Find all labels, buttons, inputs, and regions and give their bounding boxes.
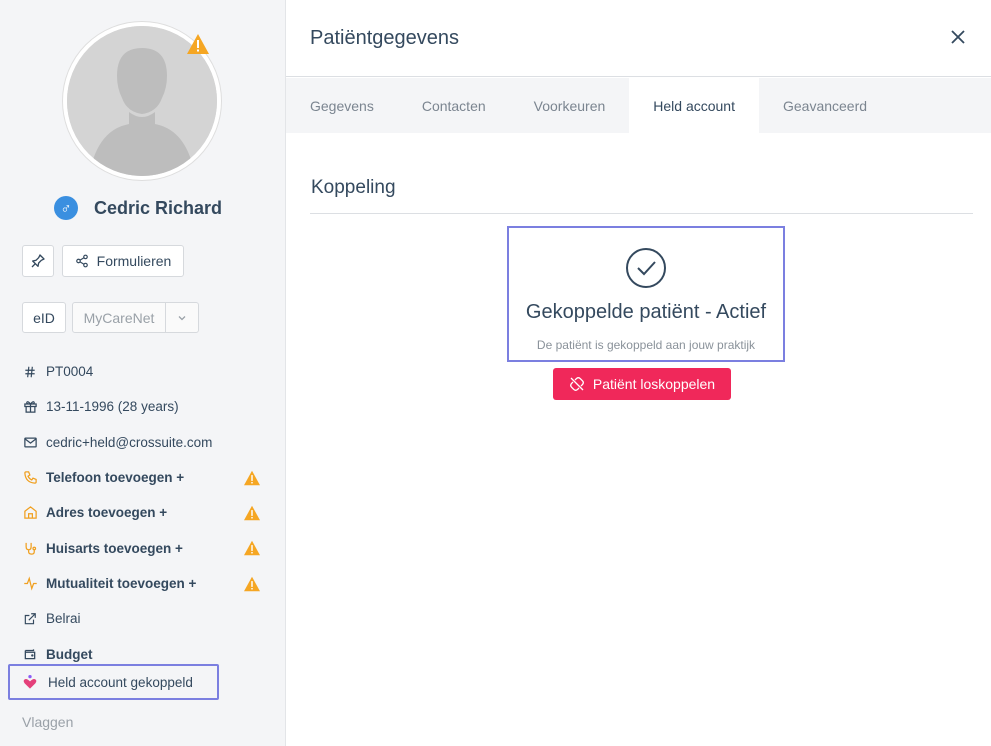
unlink-patient-button[interactable]: Patiënt loskoppelen [553, 368, 731, 400]
add-gp-link[interactable]: Huisarts toevoegen + [22, 530, 267, 565]
add-phone-link[interactable]: Telefoon toevoegen + [22, 460, 267, 495]
belrai-link[interactable]: Belrai [22, 601, 267, 636]
warning-icon [244, 541, 260, 556]
tab-geavanceerd[interactable]: Geavanceerd [759, 78, 891, 133]
warning-icon [244, 470, 260, 486]
email: cedric+held@crossuite.com [46, 434, 213, 450]
add-insurance-label: Mutualiteit toevoegen + [46, 575, 197, 591]
birthdate: 13-11-1996 (28 years) [46, 399, 179, 415]
mail-icon [22, 434, 38, 450]
patient-name-row: ♂ Cedric Richard [54, 196, 222, 220]
pin-button[interactable] [22, 245, 54, 277]
add-address-link[interactable]: Adres toevoegen + [22, 495, 267, 530]
add-insurance-link[interactable]: Mutualiteit toevoegen + [22, 566, 267, 601]
male-gender-icon: ♂ [54, 196, 78, 220]
link-status-subtitle: De patiënt is gekoppeld aan jouw praktij… [536, 338, 756, 352]
unlink-patient-label: Patiënt loskoppelen [592, 376, 716, 392]
birthdate-row: 13-11-1996 (28 years) [22, 389, 267, 424]
page-title: Patiëntgegevens [310, 27, 460, 49]
section-divider [310, 213, 973, 214]
mycarenet-button[interactable]: MyCareNet [73, 303, 166, 332]
mycarenet-button-group: MyCareNet [72, 302, 199, 333]
phone-icon [22, 470, 38, 486]
tab-contacten[interactable]: Contacten [398, 78, 510, 133]
pin-icon [31, 254, 45, 268]
tab-gegevens[interactable]: Gegevens [286, 78, 398, 133]
home-icon [22, 505, 38, 521]
warning-icon [187, 34, 209, 54]
patient-id-row: PT0004 [22, 354, 267, 389]
close-icon [951, 30, 965, 44]
forms-label: Formulieren [96, 253, 172, 269]
warning-icon [244, 505, 260, 521]
belrai-label: Belrai [46, 611, 81, 627]
unlink-icon [569, 377, 584, 391]
link-status-card: Gekoppelde patiënt - Actief De patiënt i… [507, 226, 785, 362]
add-gp-label: Huisarts toevoegen + [46, 540, 183, 556]
gift-icon [22, 399, 38, 415]
patient-id: PT0004 [46, 364, 94, 380]
add-address-label: Adres toevoegen + [46, 505, 168, 521]
patient-sidebar: ♂ Cedric Richard Formulieren eID MyCareN… [0, 0, 286, 746]
close-button[interactable] [946, 25, 970, 49]
link-status-title: Gekoppelde patiënt - Actief [525, 301, 767, 323]
wallet-icon [22, 646, 38, 662]
tab-bar: Gegevens Contacten Voorkeuren Held accou… [286, 78, 991, 133]
forms-button[interactable]: Formulieren [62, 245, 184, 277]
warning-icon [244, 576, 260, 592]
tab-held-account[interactable]: Held account [629, 78, 759, 133]
tab-voorkeuren[interactable]: Voorkeuren [510, 78, 630, 133]
modal-header: Patiëntgegevens [286, 0, 991, 77]
flags-heading: Vlaggen [22, 714, 74, 730]
budget-label: Budget [46, 646, 93, 662]
add-phone-label: Telefoon toevoegen + [46, 470, 185, 486]
email-row: cedric+held@crossuite.com [22, 425, 267, 460]
patient-info-list: PT0004 13-11-1996 (28 years) cedric+held… [22, 354, 267, 672]
held-heart-icon [23, 675, 37, 689]
patient-name: Cedric Richard [94, 197, 223, 218]
share-icon [75, 254, 88, 268]
activity-icon [22, 575, 38, 591]
held-account-linked-item[interactable]: Held account gekoppeld [8, 664, 219, 700]
chevron-down-icon [178, 315, 186, 320]
held-account-linked-label: Held account gekoppeld [48, 674, 193, 690]
eid-button[interactable]: eID [22, 302, 66, 333]
stethoscope-icon [22, 540, 38, 556]
external-link-icon [22, 611, 38, 627]
check-circle-icon [626, 248, 666, 288]
hash-icon [22, 364, 38, 380]
section-title: Koppeling [311, 177, 396, 198]
mycarenet-dropdown-toggle[interactable] [166, 303, 198, 332]
